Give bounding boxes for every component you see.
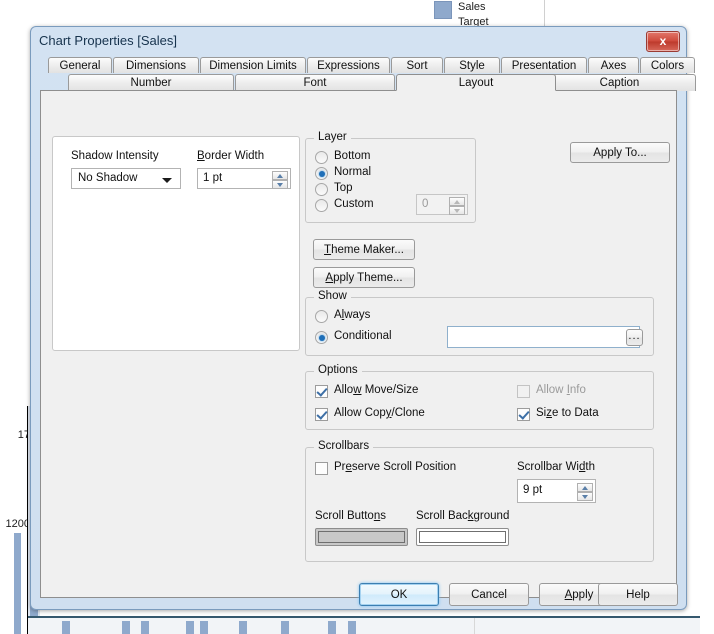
close-icon[interactable]: x: [646, 31, 680, 52]
tab-presentation[interactable]: Presentation: [501, 57, 587, 73]
chart-bar: [200, 621, 208, 634]
scrollbar-width-value: 9 pt: [523, 484, 543, 496]
scrollbar-width-label: Scrollbar Width: [517, 461, 595, 473]
spinner-down-icon[interactable]: [449, 206, 465, 215]
scroll-buttons-color-fill: [318, 531, 405, 543]
checkbox-allow-move-size[interactable]: [315, 385, 328, 398]
shadow-intensity-label: Shadow Intensity: [71, 150, 159, 162]
apply-theme-button[interactable]: Apply Theme...: [313, 267, 415, 288]
checkbox-label-preserve-scroll-position: Preserve Scroll Position: [334, 461, 457, 473]
spinner-down-icon[interactable]: [577, 492, 593, 501]
conditional-expression-input[interactable]: [447, 326, 640, 348]
scroll-background-color-fill: [419, 531, 506, 543]
chart-bar: [122, 621, 130, 634]
chart-gridline: [474, 618, 475, 634]
border-width-value: 1 pt: [203, 172, 223, 184]
scroll-buttons-label: Scroll Buttons: [315, 510, 386, 522]
spinner-up-icon[interactable]: [449, 197, 465, 206]
chevron-down-icon: [162, 178, 172, 183]
radio-label-normal: Normal: [334, 166, 372, 178]
layer-custom-spin-buttons[interactable]: [449, 196, 465, 215]
chart-bar: [14, 533, 21, 634]
chart-bar: [348, 621, 356, 634]
chart-bar: [239, 621, 247, 634]
radio-layer-normal[interactable]: [315, 167, 328, 180]
tab-axes[interactable]: Axes: [588, 57, 639, 73]
shadow-intensity-value: No Shadow: [78, 172, 138, 184]
apply-to-button[interactable]: Apply To...: [570, 142, 670, 163]
tab-strip: General Dimensions Dimension Limits Expr…: [40, 57, 696, 91]
radio-layer-bottom[interactable]: [315, 151, 328, 164]
radio-label-top: Top: [334, 182, 353, 194]
layer-group: Layer Bottom Normal Top Custom 0: [305, 131, 476, 223]
spinner-up-icon[interactable]: [272, 171, 288, 180]
scroll-background-label: Scroll Background: [416, 510, 510, 522]
scroll-buttons-color-swatch[interactable]: [315, 528, 408, 546]
checkbox-label-size-to-data: Size to Data: [536, 407, 599, 419]
ok-button[interactable]: OK: [359, 583, 439, 606]
show-group-title: Show: [314, 290, 351, 302]
help-button[interactable]: Help: [598, 583, 678, 606]
checkbox-allow-info[interactable]: [517, 385, 530, 398]
layer-custom-value: 0: [422, 198, 429, 210]
cancel-button[interactable]: Cancel: [449, 583, 529, 606]
checkbox-label-allow-info: Allow Info: [536, 384, 586, 396]
chart-bar: [281, 621, 289, 634]
tab-style[interactable]: Style: [444, 57, 500, 73]
radio-label-bottom: Bottom: [334, 150, 371, 162]
border-width-spin-buttons[interactable]: [272, 170, 288, 189]
checkbox-size-to-data[interactable]: [517, 408, 530, 421]
tab-font[interactable]: Font: [235, 74, 395, 91]
options-group: Options Allow Move/Size Allow Info Allow…: [305, 364, 654, 430]
radio-show-conditional[interactable]: [315, 331, 328, 344]
radio-label-custom: Custom: [334, 198, 374, 210]
checkbox-preserve-scroll-position[interactable]: [315, 462, 328, 475]
chart-properties-dialog: Chart Properties [Sales] x General Dimen…: [30, 26, 696, 610]
conditional-browse-button[interactable]: ...: [626, 329, 643, 346]
tab-number[interactable]: Number: [68, 74, 234, 91]
checkbox-allow-copy-clone[interactable]: [315, 408, 328, 421]
show-group: Show Always Conditional ...: [305, 290, 654, 356]
chart-bar: [62, 621, 70, 634]
border-width-label: Border Width: [197, 150, 265, 162]
scroll-background-color-swatch[interactable]: [416, 528, 509, 546]
theme-maker-button[interactable]: Theme Maker...: [313, 239, 415, 260]
tab-dimension-limits[interactable]: Dimension Limits: [200, 57, 306, 73]
radio-layer-top[interactable]: [315, 183, 328, 196]
layer-custom-stepper[interactable]: 0: [416, 194, 468, 215]
radio-label-always: Always: [334, 309, 371, 321]
options-group-title: Options: [314, 364, 362, 376]
tab-caption[interactable]: Caption: [543, 74, 696, 91]
chart-bar: [141, 621, 149, 634]
scrollbars-group: Scrollbars Preserve Scroll Position Scro…: [305, 440, 654, 562]
border-width-stepper[interactable]: 1 pt: [197, 168, 291, 189]
dialog-titlebar[interactable]: Chart Properties [Sales] x: [31, 27, 686, 55]
spinner-up-icon[interactable]: [577, 483, 593, 492]
tab-expressions[interactable]: Expressions: [307, 57, 390, 73]
layer-group-title: Layer: [314, 131, 351, 143]
shadow-intensity-select[interactable]: No Shadow: [71, 168, 181, 189]
legend-label-sales: Sales: [458, 1, 486, 13]
chart-bar: [328, 621, 336, 634]
tab-general[interactable]: General: [48, 57, 112, 73]
tab-dimensions[interactable]: Dimensions: [113, 57, 199, 73]
radio-label-conditional: Conditional: [334, 330, 392, 342]
tab-layout[interactable]: Layout: [396, 74, 556, 91]
radio-layer-custom[interactable]: [315, 199, 328, 212]
dialog-title: Chart Properties [Sales]: [39, 33, 178, 48]
checkbox-label-allow-copy-clone: Allow Copy/Clone: [334, 407, 425, 419]
scrollbar-width-spin-buttons[interactable]: [577, 482, 593, 504]
shadow-border-panel: Shadow Intensity No Shadow Border Width …: [52, 136, 300, 351]
chart-bar: [186, 621, 194, 634]
radio-show-always[interactable]: [315, 310, 328, 323]
tab-colors[interactable]: Colors: [640, 57, 695, 73]
legend-swatch-sales: [434, 1, 452, 19]
layout-tab-panel: Apply To... Shadow Intensity No Shadow B…: [40, 90, 677, 598]
scrollbar-width-stepper[interactable]: 9 pt: [517, 479, 596, 503]
checkbox-label-allow-move-size: Allow Move/Size: [334, 384, 419, 396]
y-axis-label-lower: 1200: [5, 518, 30, 530]
spinner-down-icon[interactable]: [272, 180, 288, 189]
tab-sort[interactable]: Sort: [391, 57, 443, 73]
scrollbars-group-title: Scrollbars: [314, 440, 374, 452]
